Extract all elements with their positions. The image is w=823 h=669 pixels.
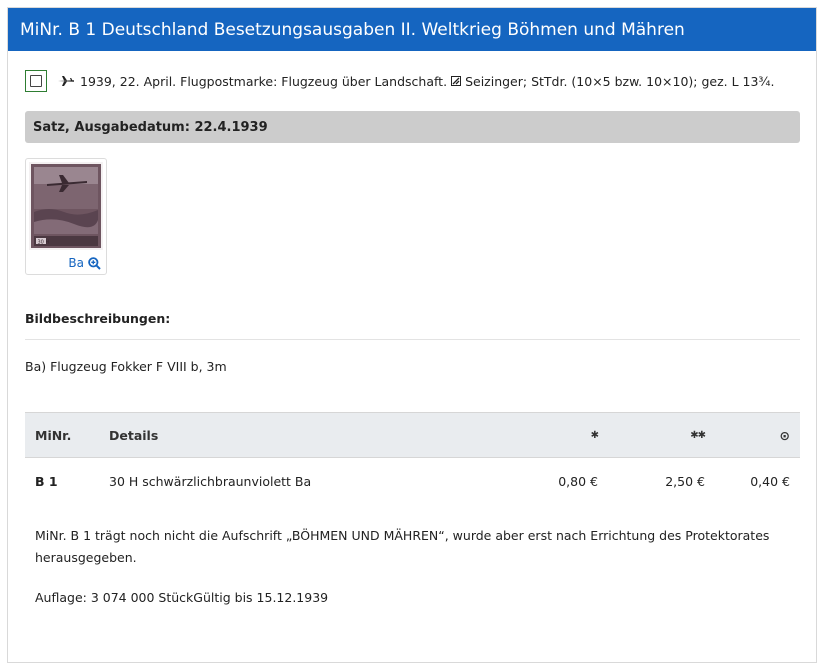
column-header-details: Details [109,427,159,443]
column-header-used: ⊙ [779,427,790,443]
stamp-card: MiNr. B 1 Deutschland Besetzungsausgaben… [7,7,817,663]
divider [25,339,800,340]
issue-description: 1939, 22. April. Flugpostmarke: Flugzeug… [25,70,775,92]
engraving-icon [451,76,462,86]
stamp-image: 30 H [29,162,103,250]
cell-minr: B 1 [35,473,58,489]
cell-price-mint-nh: 2,50 € [665,473,705,489]
column-header-minr: MiNr. [35,427,72,443]
stamp-value-text: 30 H [38,240,50,246]
bildbeschreibungen-title: Bildbeschreibungen: [25,311,171,326]
table-header: MiNr. Details ✱ ✱✱ ⊙ [25,412,800,458]
thumbnail-caption: Ba [26,256,106,270]
thumbnail-label[interactable]: Ba [68,256,84,270]
cell-details: 30 H schwärzlichbraunviolett Ba [109,473,312,489]
stamp-thumbnail[interactable]: 30 H Ba [25,158,107,275]
table-row: B 1 30 H schwärzlichbraunviolett Ba 0,80… [25,458,800,504]
cell-price-mint-hinged: 0,80 € [558,473,598,489]
column-header-mint-nh: ✱✱ [690,429,706,441]
zoom-in-icon[interactable] [88,256,101,270]
cell-price-used: 0,40 € [750,473,790,489]
bildbeschreibung-item: Ba) Flugzeug Fokker F VIII b, 3m [25,359,227,374]
auflage-text: Auflage: 3 074 000 StückGültig bis 15.12… [35,590,329,605]
checkbox-box [30,75,42,87]
airplane-icon [58,76,74,86]
collection-checkbox[interactable] [25,70,47,92]
satz-header: Satz, Ausgabedatum: 22.4.1939 [25,111,800,143]
column-header-mint-hinged: ✱ [590,429,599,441]
page-title: MiNr. B 1 Deutschland Besetzungsausgaben… [8,8,816,51]
note-text: MiNr. B 1 trägt noch nicht die Aufschrif… [35,528,770,565]
issue-printing-text: Seizinger; StTdr. (10×5 bzw. 10×10); gez… [465,73,775,89]
price-table: MiNr. Details ✱ ✱✱ ⊙ B 1 30 H schwärzlic… [25,412,800,504]
issue-description-text: 1939, 22. April. Flugpostmarke: Flugzeug… [80,73,448,89]
